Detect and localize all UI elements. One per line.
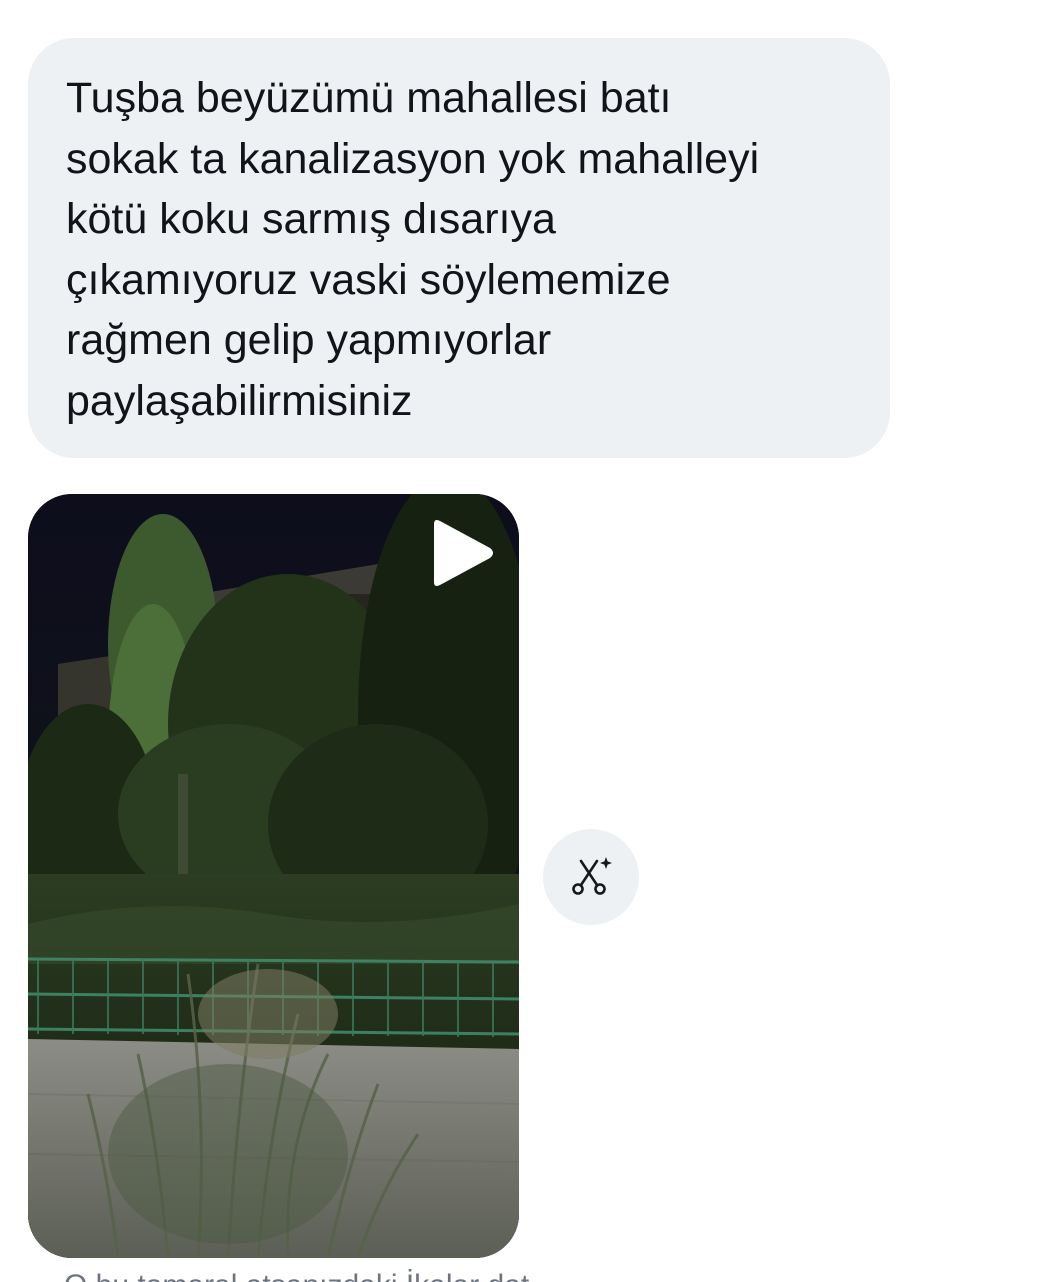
trim-video-button[interactable] xyxy=(543,829,639,925)
cut-off-text: O bu tamaral atsanızdaki İkalar dat xyxy=(64,1268,529,1282)
chat-thread: Tuşba beyüzümü mahallesi batı sokak ta k… xyxy=(0,0,1038,1282)
video-attachment[interactable] xyxy=(28,494,519,1258)
message-text: Tuşba beyüzümü mahallesi batı sokak ta k… xyxy=(66,74,760,425)
video-thumbnail xyxy=(28,494,519,1258)
message-bubble[interactable]: Tuşba beyüzümü mahallesi batı sokak ta k… xyxy=(28,38,890,458)
play-icon[interactable] xyxy=(426,518,496,588)
scissors-sparkle-icon xyxy=(572,857,612,895)
